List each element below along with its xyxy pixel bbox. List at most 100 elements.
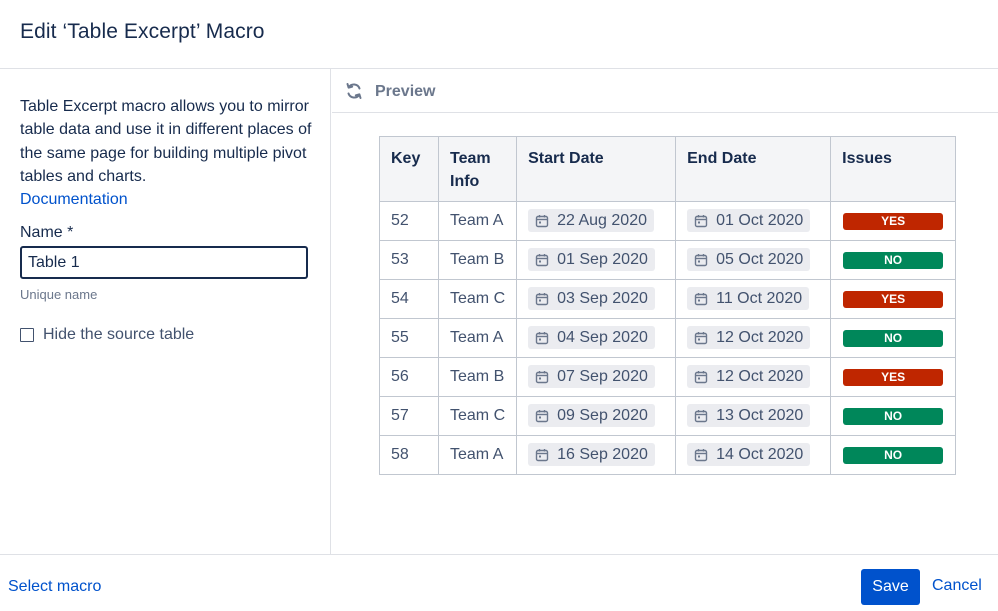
calendar-icon bbox=[694, 214, 708, 227]
cell-start-date: 04 Sep 2020 bbox=[516, 318, 677, 358]
preview-label: Preview bbox=[375, 83, 436, 100]
start-date-text: 22 Aug 2020 bbox=[557, 211, 647, 229]
end-date-lozenge: 05 Oct 2020 bbox=[687, 248, 811, 272]
cell-end-date: 11 Oct 2020 bbox=[675, 279, 832, 319]
table-row: 58 Team A 16 Sep 2020 14 Oct 2020 NO bbox=[379, 435, 957, 475]
settings-panel: Table Excerpt macro allows you to mirror… bbox=[0, 69, 331, 554]
cancel-button[interactable]: Cancel bbox=[932, 577, 982, 595]
cell-issues: YES bbox=[830, 357, 957, 397]
cell-issues: NO bbox=[830, 435, 957, 475]
start-date-lozenge: 09 Sep 2020 bbox=[528, 404, 655, 428]
end-date-text: 14 Oct 2020 bbox=[716, 445, 804, 463]
column-header-team-info: Team Info bbox=[437, 136, 518, 202]
issue-status-badge: NO bbox=[843, 251, 944, 269]
start-date-lozenge: 01 Sep 2020 bbox=[528, 248, 655, 272]
issue-status-badge: YES bbox=[843, 368, 944, 386]
cell-team: Team A bbox=[437, 201, 518, 241]
end-date-lozenge: 01 Oct 2020 bbox=[687, 209, 811, 233]
end-date-text: 01 Oct 2020 bbox=[716, 211, 804, 229]
calendar-icon bbox=[694, 448, 708, 461]
issue-status-badge: YES bbox=[843, 290, 944, 308]
issue-status-badge: NO bbox=[843, 329, 944, 347]
table-row: 56 Team B 07 Sep 2020 12 Oct 2020 YES bbox=[379, 357, 957, 397]
save-button[interactable]: Save bbox=[861, 569, 920, 605]
start-date-text: 16 Sep 2020 bbox=[557, 445, 648, 463]
issue-status-badge: YES bbox=[843, 212, 944, 230]
table-row: 53 Team B 01 Sep 2020 05 Oct 2020 NO bbox=[379, 240, 957, 280]
calendar-icon bbox=[535, 253, 549, 266]
end-date-text: 13 Oct 2020 bbox=[716, 406, 804, 424]
dialog-header: Edit ‘Table Excerpt’ Macro bbox=[0, 0, 998, 69]
cell-key: 54 bbox=[379, 279, 439, 319]
hide-source-checkbox[interactable] bbox=[20, 328, 34, 342]
description-text: Table Excerpt macro allows you to mirror… bbox=[20, 98, 312, 185]
end-date-lozenge: 14 Oct 2020 bbox=[687, 443, 811, 467]
calendar-icon bbox=[694, 409, 708, 422]
calendar-icon bbox=[694, 370, 708, 383]
table-row: 55 Team A 04 Sep 2020 12 Oct 2020 NO bbox=[379, 318, 957, 358]
cell-key: 57 bbox=[379, 396, 439, 436]
cell-issues: NO bbox=[830, 396, 957, 436]
column-header-key: Key bbox=[379, 136, 439, 202]
cell-key: 52 bbox=[379, 201, 439, 241]
calendar-icon bbox=[535, 448, 549, 461]
cell-end-date: 12 Oct 2020 bbox=[675, 357, 832, 397]
cell-issues: NO bbox=[830, 240, 957, 280]
calendar-icon bbox=[535, 409, 549, 422]
start-date-lozenge: 04 Sep 2020 bbox=[528, 326, 655, 350]
cell-key: 58 bbox=[379, 435, 439, 475]
calendar-icon bbox=[535, 370, 549, 383]
hide-source-toggle[interactable]: Hide the source table bbox=[20, 326, 194, 344]
preview-panel: Preview Key Team Info Start Date End Dat… bbox=[332, 69, 998, 554]
end-date-text: 11 Oct 2020 bbox=[716, 289, 803, 307]
start-date-text: 09 Sep 2020 bbox=[557, 406, 648, 424]
calendar-icon bbox=[535, 292, 549, 305]
end-date-lozenge: 13 Oct 2020 bbox=[687, 404, 811, 428]
cell-key: 53 bbox=[379, 240, 439, 280]
macro-description: Table Excerpt macro allows you to mirror… bbox=[20, 95, 320, 211]
cell-start-date: 22 Aug 2020 bbox=[516, 201, 677, 241]
end-date-lozenge: 12 Oct 2020 bbox=[687, 326, 811, 350]
calendar-icon bbox=[694, 331, 708, 344]
column-header-issues: Issues bbox=[830, 136, 957, 202]
cell-end-date: 14 Oct 2020 bbox=[675, 435, 832, 475]
cell-team: Team A bbox=[437, 435, 518, 475]
cell-key: 56 bbox=[379, 357, 439, 397]
cell-start-date: 03 Sep 2020 bbox=[516, 279, 677, 319]
preview-bar: Preview bbox=[332, 69, 998, 113]
cell-issues: NO bbox=[830, 318, 957, 358]
start-date-lozenge: 22 Aug 2020 bbox=[528, 209, 654, 233]
calendar-icon bbox=[535, 331, 549, 344]
cell-end-date: 12 Oct 2020 bbox=[675, 318, 832, 358]
documentation-link[interactable]: Documentation bbox=[20, 191, 128, 208]
cell-team: Team C bbox=[437, 279, 518, 319]
end-date-lozenge: 12 Oct 2020 bbox=[687, 365, 811, 389]
cell-key: 55 bbox=[379, 318, 439, 358]
end-date-lozenge: 11 Oct 2020 bbox=[687, 287, 810, 311]
cell-start-date: 09 Sep 2020 bbox=[516, 396, 677, 436]
cell-team: Team B bbox=[437, 357, 518, 397]
issue-status-badge: NO bbox=[843, 407, 944, 425]
calendar-icon bbox=[694, 253, 708, 266]
start-date-lozenge: 16 Sep 2020 bbox=[528, 443, 655, 467]
end-date-text: 12 Oct 2020 bbox=[716, 367, 804, 385]
cell-issues: YES bbox=[830, 279, 957, 319]
start-date-text: 04 Sep 2020 bbox=[557, 328, 648, 346]
cell-team: Team A bbox=[437, 318, 518, 358]
start-date-lozenge: 03 Sep 2020 bbox=[528, 287, 655, 311]
select-macro-link[interactable]: Select macro bbox=[8, 578, 101, 596]
refresh-icon[interactable] bbox=[344, 81, 364, 101]
table-row: 54 Team C 03 Sep 2020 11 Oct 2020 YES bbox=[379, 279, 957, 319]
cell-end-date: 05 Oct 2020 bbox=[675, 240, 832, 280]
table-row: 57 Team C 09 Sep 2020 13 Oct 2020 NO bbox=[379, 396, 957, 436]
issue-status-badge: NO bbox=[843, 446, 944, 464]
end-date-text: 05 Oct 2020 bbox=[716, 250, 804, 268]
start-date-text: 07 Sep 2020 bbox=[557, 367, 648, 385]
cell-team: Team C bbox=[437, 396, 518, 436]
table-header-row: Key Team Info Start Date End Date Issues bbox=[379, 136, 957, 202]
name-label: Name * bbox=[20, 224, 74, 241]
calendar-icon bbox=[694, 292, 708, 305]
name-input[interactable] bbox=[20, 246, 308, 279]
dialog-title: Edit ‘Table Excerpt’ Macro bbox=[20, 20, 265, 43]
name-hint: Unique name bbox=[20, 287, 98, 302]
